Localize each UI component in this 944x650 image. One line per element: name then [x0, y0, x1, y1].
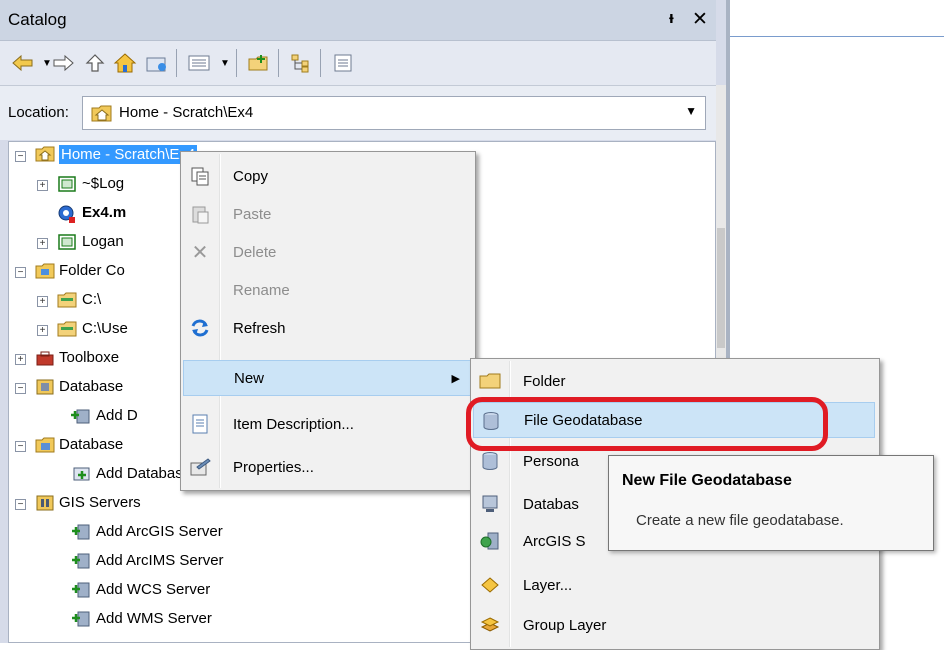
collapse-icon[interactable]: − — [15, 267, 26, 278]
toolbox-icon — [35, 349, 55, 367]
submenu-arrow-icon: ▶ — [451, 372, 460, 385]
menu-item-rename[interactable]: Rename — [183, 272, 471, 308]
add-database-server-icon — [71, 407, 91, 425]
add-database-connection-icon — [71, 465, 91, 483]
delete-icon: ✕ — [191, 241, 209, 264]
up-one-level-icon[interactable] — [82, 50, 108, 76]
close-icon[interactable]: ✕ — [692, 8, 708, 31]
personal-geodatabase-icon — [479, 451, 501, 471]
chevron-down-icon[interactable]: ▼ — [212, 50, 238, 76]
folder-icon — [479, 371, 501, 391]
tree-item-label: C:\ — [82, 291, 102, 308]
database-servers-icon — [35, 378, 55, 396]
pin-icon[interactable]: ᵼ — [669, 8, 674, 28]
copy-icon — [189, 166, 211, 186]
location-label: Location: — [8, 104, 69, 121]
menu-item-properties[interactable]: Properties... — [183, 449, 471, 485]
back-arrow-icon[interactable] — [10, 50, 36, 76]
menu-item-item-description[interactable]: Item Description... — [183, 406, 471, 442]
collapse-icon[interactable]: − — [15, 499, 26, 510]
context-menu: Copy Paste ✕ Delete Rename Refresh New ▶… — [180, 151, 476, 491]
tree-item-label: Database — [59, 378, 124, 395]
mxd-icon — [57, 204, 77, 223]
arcgis-server-icon — [479, 531, 501, 551]
expand-icon[interactable]: + — [37, 296, 48, 307]
home-folder-icon — [35, 145, 55, 163]
menu-item-refresh[interactable]: Refresh — [183, 310, 471, 346]
window-title: Catalog — [8, 10, 67, 29]
tree-item-label: Ex4.m — [82, 204, 127, 221]
tree-item-label: Home - Scratch\Ex4 — [59, 145, 198, 164]
tree-item-label: Folder Co — [59, 262, 125, 279]
location-combobox[interactable]: Home - Scratch\Ex4 ▼ — [82, 96, 706, 130]
refresh-icon — [189, 318, 211, 338]
menu-item-new-group-layer[interactable]: Group Layer — [473, 607, 875, 643]
add-server-icon — [71, 610, 91, 628]
table-icon — [57, 233, 77, 251]
add-server-icon — [71, 523, 91, 541]
properties-icon — [189, 457, 211, 477]
chevron-down-icon[interactable]: ▼ — [685, 104, 697, 118]
connect-to-folder-icon[interactable] — [246, 50, 272, 76]
tooltip-description: Create a new file geodatabase. — [636, 512, 844, 529]
location-value: Home - Scratch\Ex4 — [119, 104, 254, 121]
catalog-toolbar: ▼ ▼ — [0, 41, 716, 86]
expand-icon[interactable]: + — [15, 354, 26, 365]
paste-icon — [189, 204, 211, 224]
tree-item-label: Database — [59, 436, 124, 453]
folder-icon — [57, 291, 77, 309]
forward-arrow-icon[interactable] — [50, 50, 76, 76]
expand-icon[interactable]: + — [37, 325, 48, 336]
tree-item-label: Add WCS Server — [96, 581, 211, 598]
table-icon — [57, 175, 77, 193]
menu-item-copy[interactable]: Copy — [183, 158, 471, 194]
folder-connections-icon — [35, 262, 55, 280]
group-layer-icon — [479, 615, 501, 635]
toggle-contents-icon[interactable] — [288, 50, 314, 76]
collapse-icon[interactable]: − — [15, 151, 26, 162]
menu-item-new-layer[interactable]: Layer... — [473, 567, 875, 603]
menu-item-new-folder[interactable]: Folder — [473, 363, 875, 399]
folder-icon — [57, 320, 77, 338]
database-connection-icon — [479, 494, 501, 514]
gis-servers-icon — [35, 494, 55, 512]
location-bar: Location: Home - Scratch\Ex4 ▼ — [0, 86, 716, 140]
view-list-icon[interactable] — [186, 50, 212, 76]
tree-item-label: GIS Servers — [59, 494, 141, 511]
tree-item-label: Add ArcIMS Server — [96, 552, 224, 569]
tree-item-label: Add ArcGIS Server — [96, 523, 223, 540]
expand-icon[interactable]: + — [37, 238, 48, 249]
home-icon[interactable] — [112, 50, 138, 76]
menu-item-paste[interactable]: Paste — [183, 196, 471, 232]
tree-item-label: Add D — [96, 407, 138, 424]
tree-item-label: ~$Log — [82, 175, 125, 192]
item-description-icon — [189, 414, 211, 434]
collapse-icon[interactable]: − — [15, 383, 26, 394]
highlight-annotation-ring — [466, 397, 828, 451]
tree-item-label: Add WMS Server — [96, 610, 212, 627]
home-folder-icon — [91, 103, 113, 123]
tooltip-title: New File Geodatabase — [622, 472, 792, 489]
add-server-icon — [71, 552, 91, 570]
expand-icon[interactable]: + — [37, 180, 48, 191]
tree-item-label: Logan — [82, 233, 124, 250]
catalog-title-bar: Catalog ᵼ ✕ — [0, 0, 716, 41]
tree-item-label: Toolboxe — [59, 349, 120, 366]
tree-item-label: C:\Use — [82, 320, 128, 337]
connect-folder-icon[interactable] — [144, 50, 170, 76]
layer-icon — [479, 575, 501, 595]
menu-item-delete[interactable]: ✕ Delete — [183, 234, 471, 270]
collapse-icon[interactable]: − — [15, 441, 26, 452]
database-connections-icon — [35, 436, 55, 454]
menu-item-new[interactable]: New ▶ — [183, 360, 471, 396]
tooltip: New File Geodatabase Create a new file g… — [608, 455, 934, 551]
scrollbar-thumb[interactable] — [717, 228, 725, 348]
add-server-icon — [71, 581, 91, 599]
options-icon[interactable] — [330, 50, 356, 76]
